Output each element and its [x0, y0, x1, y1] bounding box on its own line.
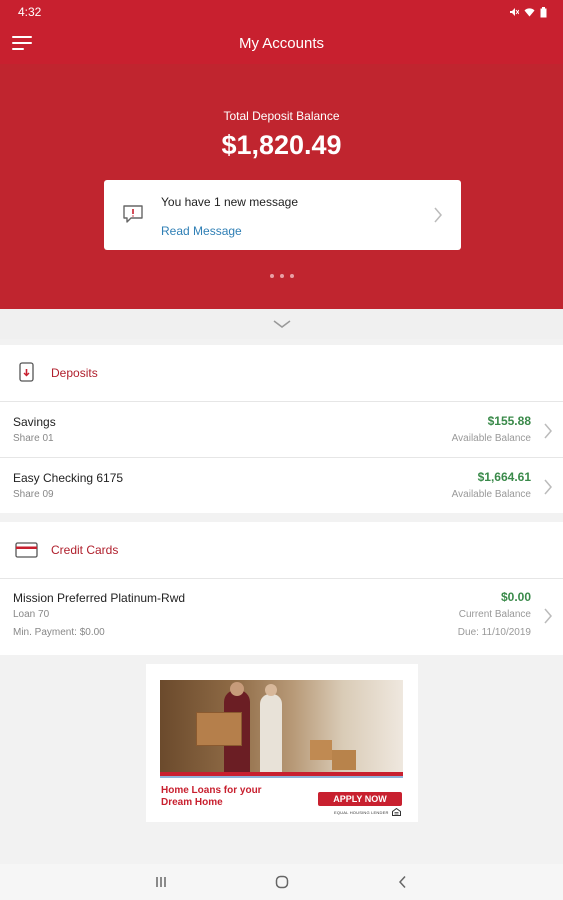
back-icon[interactable]	[395, 874, 411, 890]
deposits-title: Deposits	[51, 366, 98, 380]
read-message-link[interactable]: Read Message	[161, 224, 242, 238]
status-icons	[509, 6, 547, 18]
deposits-section: Deposits Savings Share 01 $155.88 Availa…	[0, 345, 563, 513]
account-row-savings[interactable]: Savings Share 01 $155.88 Available Balan…	[0, 402, 563, 458]
ad-fine-print: EQUAL HOUSING LENDER	[334, 810, 389, 815]
account-share: Share 01	[13, 433, 54, 444]
page-title: My Accounts	[238, 35, 325, 52]
due-date: Due: 11/10/2019	[457, 627, 531, 638]
recent-apps-icon[interactable]	[153, 874, 169, 890]
home-icon[interactable]	[274, 874, 290, 890]
account-name: Savings	[13, 415, 56, 429]
account-balance: $1,664.61	[477, 470, 531, 484]
credit-cards-section: Credit Cards Mission Preferred Platinum-…	[0, 522, 563, 655]
account-balance: $155.88	[487, 414, 531, 428]
chevron-down-icon	[273, 320, 290, 328]
credit-cards-title: Credit Cards	[51, 543, 119, 557]
balance-label: Available Balance	[451, 433, 531, 444]
account-name: Mission Preferred Platinum-Rwd	[13, 591, 186, 605]
equal-housing-icon	[392, 808, 401, 816]
deposit-icon	[19, 362, 34, 382]
chevron-right-icon	[544, 423, 552, 439]
account-name: Easy Checking 6175	[13, 471, 124, 485]
ad-headline: Home Loans for your Dream Home	[161, 785, 262, 808]
message-title: You have 1 new message	[161, 195, 298, 209]
total-balance-label: Total Deposit Balance	[223, 109, 340, 123]
credit-cards-header: Credit Cards	[0, 522, 563, 579]
min-payment: Min. Payment: $0.00	[13, 627, 105, 638]
account-row-checking[interactable]: Easy Checking 6175 Share 09 $1,664.61 Av…	[0, 458, 563, 514]
total-balance-amount: $1,820.49	[221, 130, 342, 160]
home-loans-ad[interactable]: Home Loans for your Dream Home APPLY NOW…	[146, 664, 418, 822]
account-loan: Loan 70	[13, 609, 50, 620]
mute-icon	[510, 8, 519, 16]
chevron-right-icon	[544, 479, 552, 495]
status-bar: 4:32	[0, 0, 563, 24]
chevron-right-icon	[434, 207, 442, 223]
deposits-header: Deposits	[0, 345, 563, 402]
battery-icon	[540, 6, 547, 17]
new-message-card[interactable]: You have 1 new message Read Message	[104, 180, 461, 250]
account-balance: $0.00	[500, 590, 531, 604]
message-alert-icon	[123, 205, 143, 223]
ad-photo	[160, 680, 403, 772]
balance-label: Available Balance	[451, 489, 531, 500]
app-bar: My Accounts	[0, 24, 563, 64]
account-row-credit-card[interactable]: Mission Preferred Platinum-Rwd Loan 70 M…	[0, 579, 563, 655]
account-share: Share 09	[13, 489, 54, 500]
expand-toggle[interactable]	[0, 309, 563, 339]
balance-label: Current Balance	[458, 609, 531, 620]
status-time: 4:32	[18, 5, 42, 19]
chevron-right-icon	[544, 608, 552, 624]
apply-now-button[interactable]: APPLY NOW	[318, 792, 402, 806]
carousel-dots[interactable]	[0, 274, 563, 278]
balance-hero: Total Deposit Balance $1,820.49 You have…	[0, 64, 563, 309]
system-nav-bar	[0, 864, 563, 900]
wifi-icon	[524, 8, 535, 17]
credit-card-icon	[15, 542, 38, 558]
